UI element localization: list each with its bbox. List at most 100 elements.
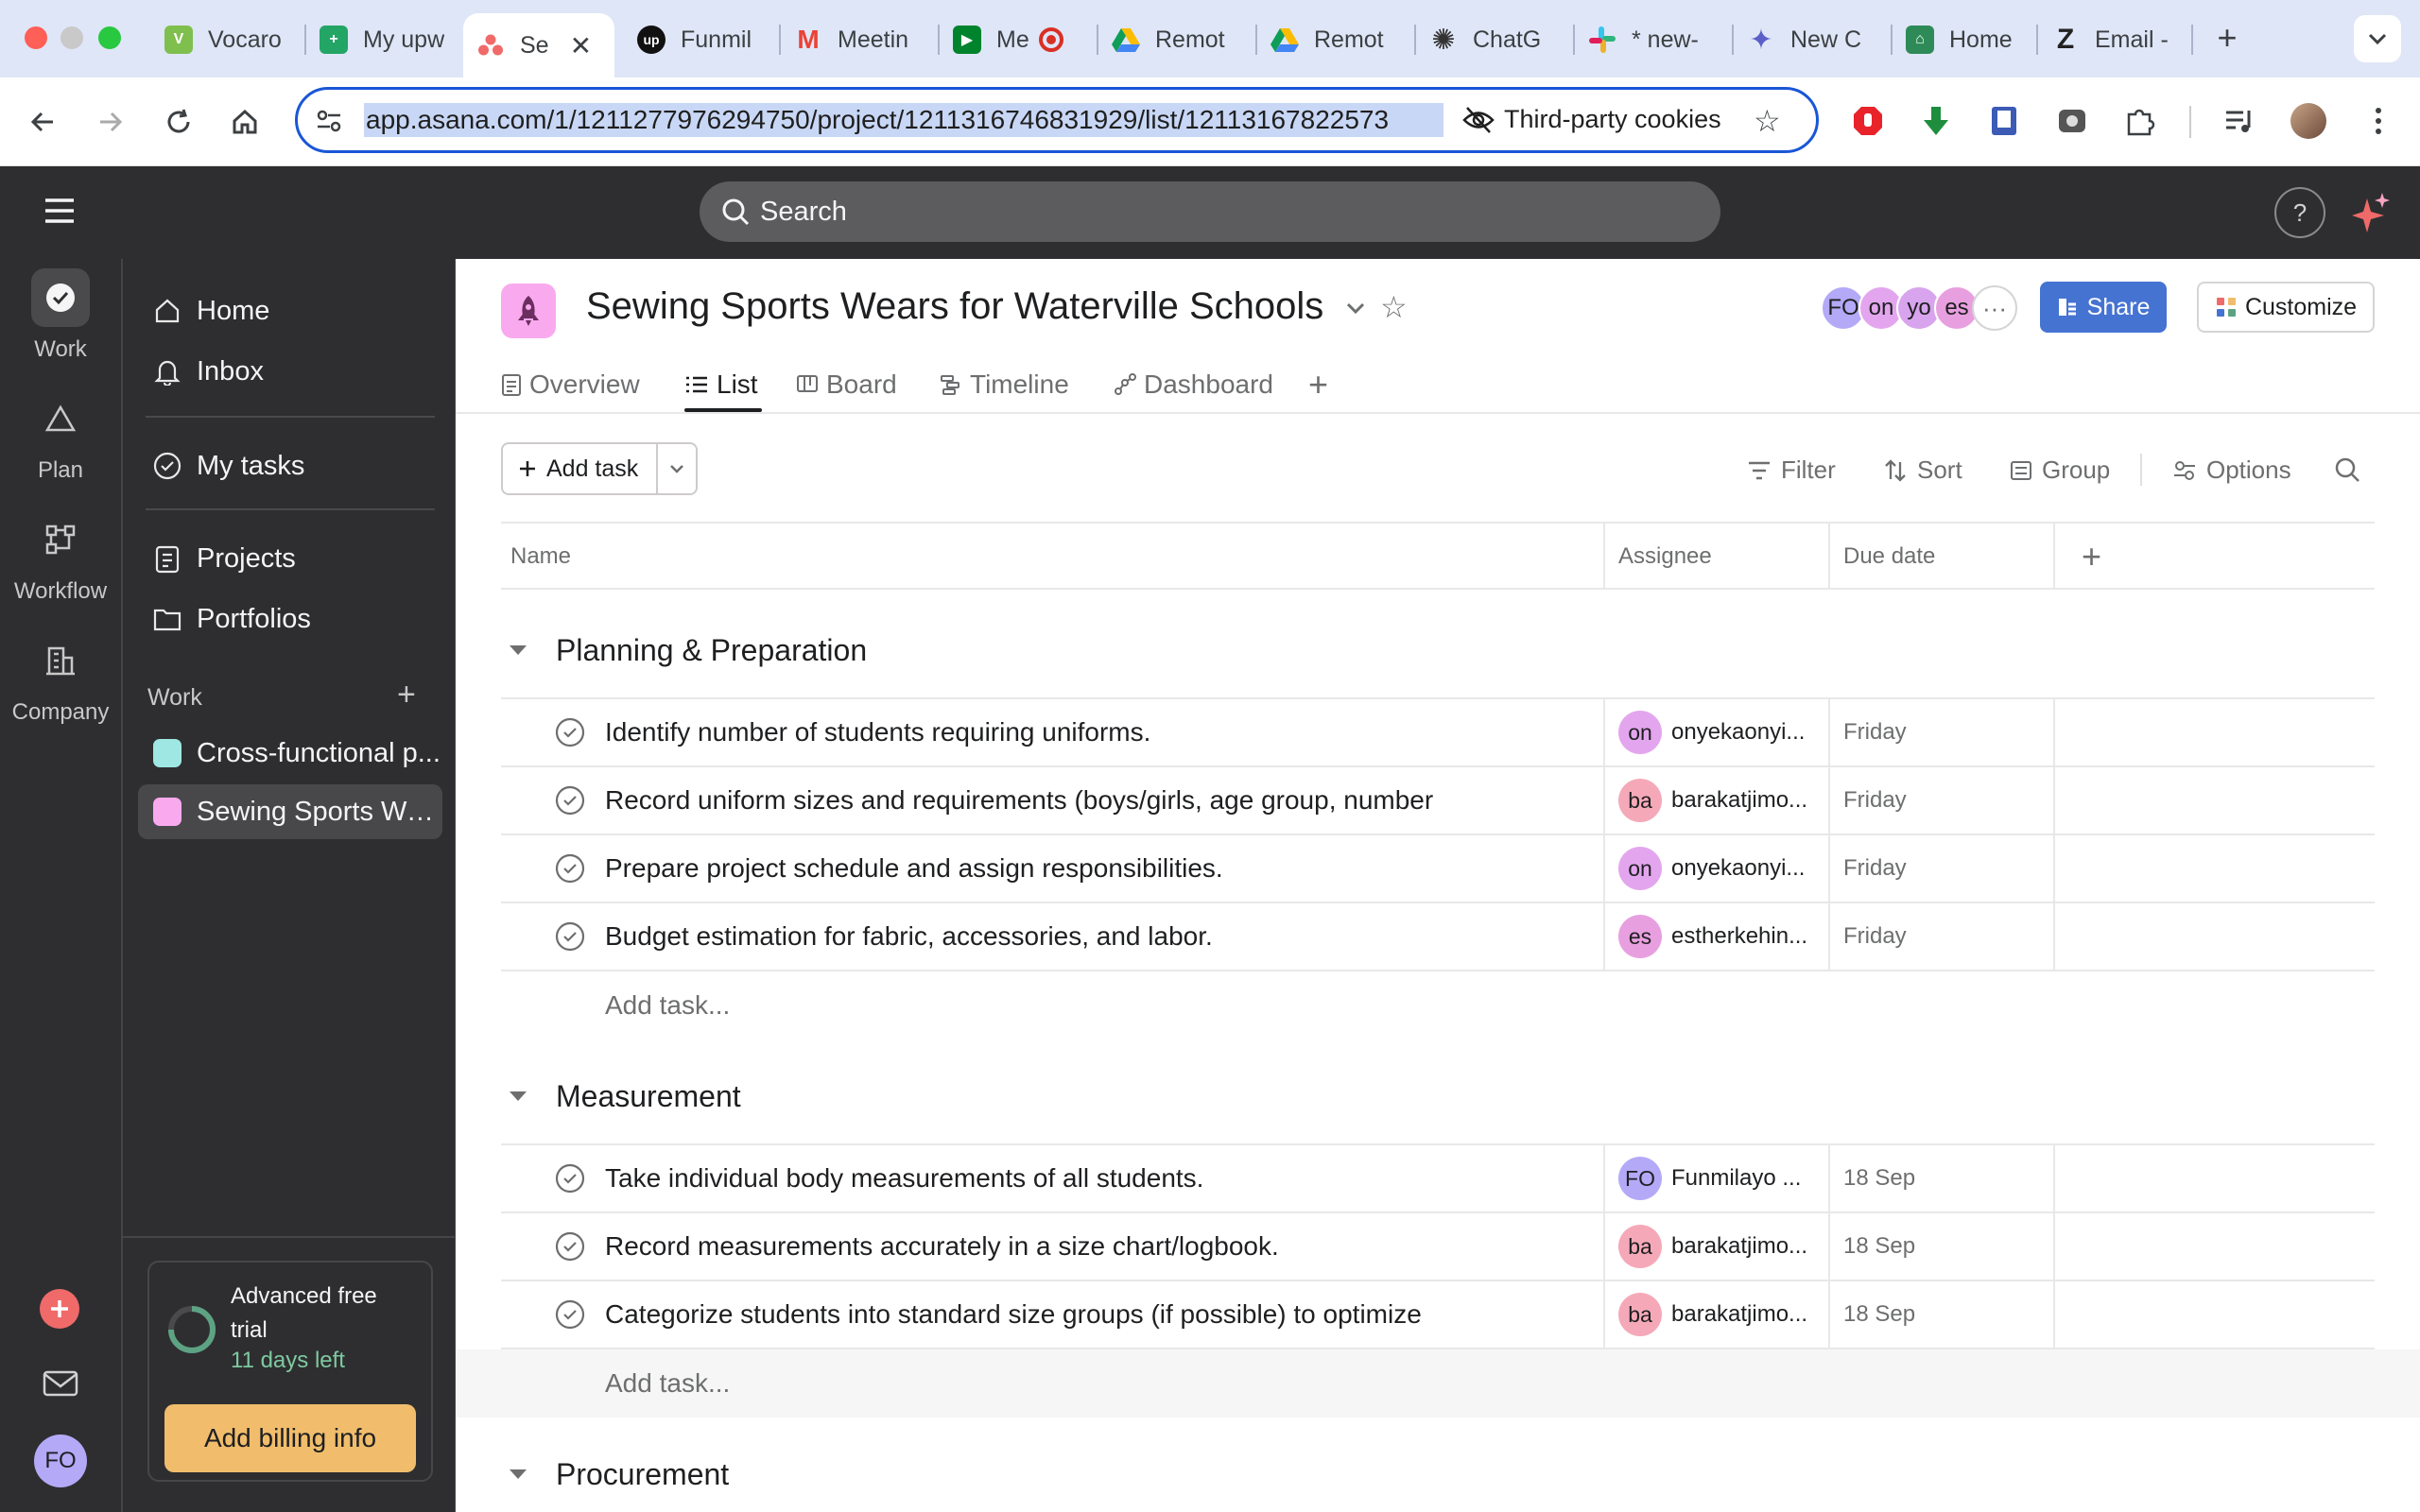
browser-tab[interactable]: V Vocaro bbox=[151, 13, 302, 66]
forward-button[interactable] bbox=[87, 98, 134, 146]
add-task-dropdown[interactable] bbox=[658, 444, 696, 493]
browser-tab[interactable]: up Funmil bbox=[624, 13, 775, 66]
column-assignee-header[interactable]: Assignee bbox=[1618, 524, 1712, 590]
sidebar-item-my-tasks[interactable]: My tasks bbox=[138, 438, 442, 493]
download-extension-icon[interactable] bbox=[1917, 102, 1955, 140]
rail-item-workflow[interactable]: Workflow bbox=[0, 510, 121, 605]
browser-tab[interactable]: Remot bbox=[1257, 13, 1409, 66]
group-button[interactable]: Group bbox=[2010, 455, 2110, 485]
task-due-date[interactable]: 18 Sep bbox=[1843, 1213, 1915, 1280]
tab-dashboard[interactable]: Dashboard bbox=[1114, 361, 1273, 408]
task-complete-checkbox-icon[interactable] bbox=[554, 1230, 586, 1263]
media-controls-icon[interactable] bbox=[2221, 102, 2259, 140]
options-button[interactable]: Options bbox=[2172, 455, 2291, 485]
task-assignee[interactable]: on onyekaonyi... bbox=[1618, 699, 1817, 765]
task-row[interactable]: Record uniform sizes and requirements (b… bbox=[501, 765, 2375, 833]
tab-close-icon[interactable]: ✕ bbox=[570, 30, 592, 61]
third-party-cookies-indicator[interactable]: Third-party cookies bbox=[1462, 105, 1746, 134]
filter-button[interactable]: Filter bbox=[1747, 455, 1836, 485]
more-members-icon[interactable]: ··· bbox=[1972, 285, 2017, 331]
task-complete-checkbox-icon[interactable] bbox=[554, 1298, 586, 1331]
task-row[interactable]: Prepare project schedule and assign resp… bbox=[501, 833, 2375, 902]
browser-tab[interactable]: Z Email - bbox=[2038, 13, 2189, 66]
add-column-button[interactable]: + bbox=[2082, 524, 2101, 590]
task-due-date[interactable]: Friday bbox=[1843, 835, 1907, 902]
task-name[interactable]: Categorize students into standard size g… bbox=[605, 1281, 1598, 1348]
column-name-header[interactable]: Name bbox=[510, 524, 571, 590]
section-header[interactable]: Procurement bbox=[501, 1446, 729, 1503]
window-minimize-button[interactable] bbox=[60, 26, 83, 49]
task-row[interactable]: Budget estimation for fabric, accessorie… bbox=[501, 902, 2375, 970]
task-complete-checkbox-icon[interactable] bbox=[554, 716, 586, 748]
rail-item-company[interactable]: Company bbox=[0, 631, 121, 726]
browser-menu-icon[interactable] bbox=[2360, 102, 2397, 140]
browser-tab[interactable]: ▶ Me bbox=[940, 13, 1091, 66]
tab-list[interactable]: List bbox=[684, 361, 758, 408]
browser-tab[interactable]: * new- bbox=[1575, 13, 1726, 66]
sidebar-project-sewing[interactable]: Sewing Sports We... bbox=[138, 784, 442, 839]
caret-down-icon[interactable] bbox=[501, 1090, 535, 1103]
task-assignee[interactable]: ba barakatjimo... bbox=[1618, 1213, 1817, 1280]
task-due-date[interactable]: Friday bbox=[1843, 699, 1907, 765]
task-assignee[interactable]: ba barakatjimo... bbox=[1618, 767, 1817, 833]
sidebar-item-inbox[interactable]: Inbox bbox=[138, 344, 442, 399]
browser-tab[interactable]: Remot bbox=[1098, 13, 1250, 66]
member-avatars[interactable]: FO on yo es ··· bbox=[1821, 285, 2017, 331]
browser-tab[interactable]: ⌂ Home bbox=[1893, 13, 2044, 66]
extension-icon[interactable] bbox=[2053, 102, 2091, 140]
project-rocket-icon[interactable] bbox=[501, 284, 556, 338]
task-name[interactable]: Prepare project schedule and assign resp… bbox=[605, 835, 1598, 902]
task-complete-checkbox-icon[interactable] bbox=[554, 784, 586, 816]
rail-item-plan[interactable]: Plan bbox=[0, 389, 121, 484]
browser-tab-active[interactable]: Se ✕ bbox=[463, 13, 614, 77]
task-complete-checkbox-icon[interactable] bbox=[554, 920, 586, 953]
task-row[interactable]: Categorize students into standard size g… bbox=[501, 1280, 2375, 1348]
inbox-mail-button[interactable] bbox=[42, 1368, 79, 1399]
tab-timeline[interactable]: Timeline bbox=[940, 361, 1069, 408]
home-button[interactable] bbox=[221, 98, 268, 146]
task-name[interactable]: Record measurements accurately in a size… bbox=[605, 1213, 1598, 1280]
back-button[interactable] bbox=[19, 98, 66, 146]
adblock-extension-icon[interactable] bbox=[1849, 102, 1887, 140]
caret-down-icon[interactable] bbox=[501, 644, 535, 657]
sidebar-item-portfolios[interactable]: Portfolios bbox=[138, 592, 442, 646]
search-input[interactable]: Search bbox=[700, 181, 1720, 242]
task-due-date[interactable]: Friday bbox=[1843, 903, 1907, 970]
column-due-date-header[interactable]: Due date bbox=[1843, 524, 1935, 590]
add-billing-info-button[interactable]: Add billing info bbox=[164, 1404, 416, 1472]
browser-tab[interactable]: + My upw bbox=[306, 13, 458, 66]
new-tab-button[interactable]: + bbox=[2208, 18, 2246, 57]
project-title[interactable]: Sewing Sports Wears for Waterville Schoo… bbox=[586, 285, 1323, 328]
task-row[interactable]: Take individual body measurements of all… bbox=[501, 1143, 2375, 1211]
tab-overview[interactable]: Overview bbox=[501, 361, 640, 408]
ai-sparkle-icon[interactable] bbox=[2352, 191, 2390, 234]
task-assignee[interactable]: ba barakatjimo... bbox=[1618, 1281, 1817, 1348]
profile-avatar[interactable] bbox=[2290, 102, 2327, 140]
task-row[interactable]: Identify number of students requiring un… bbox=[501, 697, 2375, 765]
help-button[interactable]: ? bbox=[2274, 187, 2325, 238]
reload-button[interactable] bbox=[155, 98, 202, 146]
notes-extension-icon[interactable] bbox=[1985, 102, 2023, 140]
tab-search-button[interactable] bbox=[2354, 15, 2401, 62]
url-text[interactable]: app.asana.com/1/1211277976294750/project… bbox=[364, 103, 1443, 137]
sidebar-item-projects[interactable]: Projects bbox=[138, 531, 442, 586]
browser-tab[interactable]: M Meetin bbox=[781, 13, 932, 66]
add-tab-button[interactable]: + bbox=[1308, 361, 1328, 408]
task-assignee[interactable]: FO Funmilayo ... bbox=[1618, 1145, 1817, 1211]
bookmark-star-icon[interactable]: ☆ bbox=[1754, 103, 1781, 139]
add-task-button[interactable]: Add task bbox=[503, 444, 658, 493]
task-name[interactable]: Identify number of students requiring un… bbox=[605, 699, 1598, 765]
task-name[interactable]: Record uniform sizes and requirements (b… bbox=[605, 767, 1598, 833]
task-row[interactable]: Record measurements accurately in a size… bbox=[501, 1211, 2375, 1280]
caret-down-icon[interactable] bbox=[501, 1468, 535, 1481]
address-bar[interactable]: app.asana.com/1/1211277976294750/project… bbox=[295, 87, 1819, 153]
task-due-date[interactable]: Friday bbox=[1843, 767, 1907, 833]
sort-button[interactable]: Sort bbox=[1883, 455, 1962, 485]
hamburger-menu-icon[interactable] bbox=[42, 195, 78, 231]
create-button[interactable] bbox=[40, 1289, 79, 1329]
section-header[interactable]: Planning & Preparation bbox=[501, 622, 867, 679]
task-due-date[interactable]: 18 Sep bbox=[1843, 1281, 1915, 1348]
user-avatar[interactable]: FO bbox=[34, 1435, 87, 1487]
add-project-button[interactable]: + bbox=[397, 679, 416, 711]
task-assignee[interactable]: on onyekaonyi... bbox=[1618, 835, 1817, 902]
